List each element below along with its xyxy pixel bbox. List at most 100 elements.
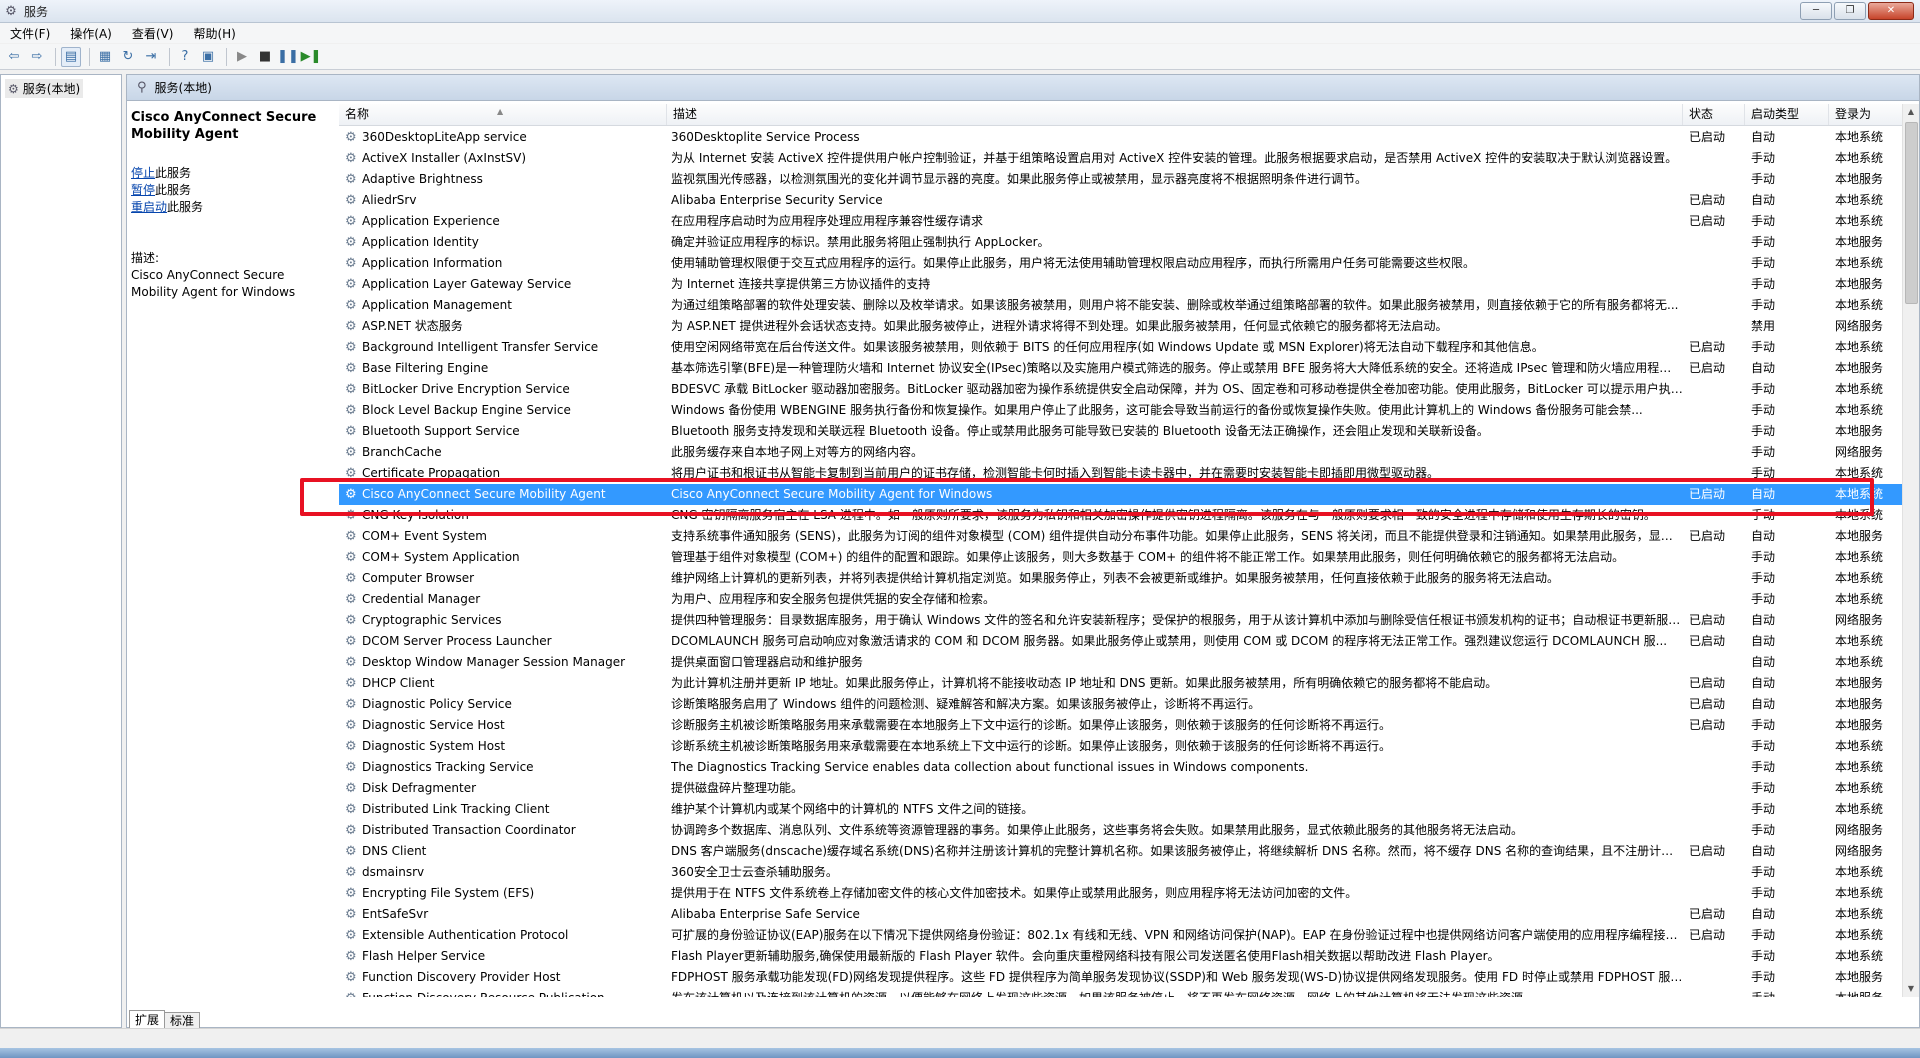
table-row[interactable]: ⚙ Desktop Window Manager Session Manager 提… xyxy=(339,652,1905,673)
properties-icon[interactable]: ▦ xyxy=(95,47,115,67)
pause-service-link[interactable]: 暂停 xyxy=(131,183,155,197)
service-name-cell: ⚙ Cryptographic Services xyxy=(345,610,667,631)
service-name-cell: ⚙ Distributed Transaction Coordinator xyxy=(345,820,667,841)
action-stop: 停止此服务 xyxy=(131,165,331,182)
close-button[interactable]: ✕ xyxy=(1868,2,1914,20)
table-row[interactable]: ⚙ Computer Browser 维护网络上计算机的更新列表，并将列表提供给计算… xyxy=(339,568,1905,589)
maximize-button[interactable]: ❐ xyxy=(1834,2,1866,20)
show-hide-action-pane-icon[interactable]: ▣ xyxy=(198,47,218,67)
service-description: The Diagnostics Tracking Service enables… xyxy=(671,760,1309,774)
table-row[interactable]: ⚙ Application Identity 确定并验证应用程序的标识。禁用此服务将… xyxy=(339,232,1905,253)
scrollbar-thumb[interactable] xyxy=(1905,122,1918,304)
column-header-logon-as[interactable]: 登录为 xyxy=(1829,104,1905,125)
service-name: EntSafeSvr xyxy=(362,907,429,921)
table-row[interactable]: ⚙ Diagnostic Service Host 诊断服务主机被诊断策略服务用来承… xyxy=(339,715,1905,736)
stop-service-link[interactable]: 停止 xyxy=(131,166,155,180)
export-list-icon[interactable]: ⇥ xyxy=(141,47,161,67)
service-name: Credential Manager xyxy=(362,592,481,606)
scroll-down-icon[interactable]: ▼ xyxy=(1903,981,1919,997)
column-header-status[interactable]: 状态 xyxy=(1683,104,1745,125)
table-row[interactable]: ⚙ Bluetooth Support Service Bluetooth 服务支持… xyxy=(339,421,1905,442)
table-row[interactable]: ⚙ Base Filtering Engine 基本筛选引擎(BFE)是一种管理防火… xyxy=(339,358,1905,379)
tab-standard[interactable]: 标准 xyxy=(164,1012,201,1029)
refresh-icon[interactable]: ↻ xyxy=(118,47,138,67)
table-row[interactable]: ⚙ Application Management 为通过组策略部署的软件处理安装、删… xyxy=(339,295,1905,316)
table-row[interactable]: ⚙ BitLocker Drive Encryption Service BDESV… xyxy=(339,379,1905,400)
menu-file[interactable]: 文件(F) xyxy=(0,25,60,42)
back-arrow-icon[interactable]: ⇦ xyxy=(4,47,24,67)
show-console-tree-icon[interactable]: ▤ xyxy=(61,46,81,67)
table-row[interactable]: ⚙ 360DesktopLiteApp service 360Desktoplite… xyxy=(339,127,1905,148)
table-row[interactable]: ⚙ Cryptographic Services 提供四种管理服务：目录数据库服务，… xyxy=(339,610,1905,631)
service-name-cell: ⚙ Diagnostic System Host xyxy=(345,736,667,757)
table-row[interactable]: ⚙ Application Layer Gateway Service 为 Inte… xyxy=(339,274,1905,295)
table-row[interactable]: ⚙ COM+ Event System 支持系统事件通知服务 (SENS)，此服务为… xyxy=(339,526,1905,547)
table-row[interactable]: ⚙ COM+ System Application 管理基于组件对象模型 (COM+… xyxy=(339,547,1905,568)
menu-view[interactable]: 查看(V) xyxy=(122,25,184,42)
table-row[interactable]: ⚙ ActiveX Installer (AxInstSV) 为从 Internet… xyxy=(339,148,1905,169)
table-row[interactable]: ⚙ Adaptive Brightness 监视氛围光传感器，以检测氛围光的变化并调… xyxy=(339,169,1905,190)
service-name: Encrypting File System (EFS) xyxy=(362,886,535,900)
table-row[interactable]: ⚙ Disk Defragmenter 提供磁盘碎片整理功能。 手动 本地系统 xyxy=(339,778,1905,799)
table-row[interactable]: ⚙ Flash Helper Service Flash Player更新辅助服务,… xyxy=(339,946,1905,967)
service-name-cell: ⚙ BitLocker Drive Encryption Service xyxy=(345,379,667,400)
service-status xyxy=(1689,568,1741,589)
table-row[interactable]: ⚙ Background Intelligent Transfer Service… xyxy=(339,337,1905,358)
service-name-cell: ⚙ ASP.NET 状态服务 xyxy=(345,316,667,337)
vertical-scrollbar[interactable]: ▲ ▼ xyxy=(1902,104,1919,997)
table-row[interactable]: ⚙ Diagnostics Tracking Service The Diagnos… xyxy=(339,757,1905,778)
service-name: Diagnostic System Host xyxy=(362,739,506,753)
gear-icon: ⚙ xyxy=(345,760,357,775)
service-description: 监视氛围光传感器，以检测氛围光的变化并调节显示器的亮度。如果此服务停止或被禁用，… xyxy=(671,172,1368,186)
table-row[interactable]: ⚙ Credential Manager 为用户、应用程序和安全服务包提供凭据的安全… xyxy=(339,589,1905,610)
tree-item-services-local[interactable]: ⚙ 服务(本地) xyxy=(5,79,84,98)
table-row[interactable]: ⚙ Application Information 使用辅助管理权限便于交互式应用程… xyxy=(339,253,1905,274)
service-startup-type: 自动 xyxy=(1751,613,1776,627)
table-row[interactable]: ⚙ Function Discovery Provider Host FDPHOST… xyxy=(339,967,1905,988)
pause-service-icon[interactable]: ❚❚ xyxy=(277,47,299,67)
table-row[interactable]: ⚙ Extensible Authentication Protocol 可扩展的身… xyxy=(339,925,1905,946)
service-description: 提供四种管理服务：目录数据库服务，用于确认 Windows 文件的签名和允许安装… xyxy=(671,613,1683,627)
service-description: 可扩展的身份验证协议(EAP)服务在以下情况下提供网络身份验证：802.1x 有… xyxy=(671,928,1683,942)
help-icon[interactable]: ? xyxy=(175,47,195,67)
column-header-name[interactable]: 名称 ▲ xyxy=(339,104,667,125)
service-name-cell: ⚙ Desktop Window Manager Session Manager xyxy=(345,652,667,673)
table-row[interactable]: ⚙ Application Experience 在应用程序启动时为应用程序处理应用… xyxy=(339,211,1905,232)
gear-icon: ⚙ xyxy=(345,298,357,313)
table-row[interactable]: ⚙ BranchCache 此服务缓存来自本地子网上对等方的网络内容。 手动 网络服务 xyxy=(339,442,1905,463)
menu-help[interactable]: 帮助(H) xyxy=(183,25,245,42)
table-row[interactable]: ⚙ Diagnostic System Host 诊断系统主机被诊断策略服务用来承载… xyxy=(339,736,1905,757)
table-row[interactable]: ⚙ AliedrSrv Alibaba Enterprise Security Se… xyxy=(339,190,1905,211)
tab-extended[interactable]: 扩展 xyxy=(129,1010,166,1029)
table-row[interactable]: ⚙ DHCP Client 为此计算机注册并更新 IP 地址。如果此服务停止，计算机… xyxy=(339,673,1905,694)
table-row[interactable]: ⚙ dsmainsrv 360安全卫士云查杀辅助服务。 手动 本地系统 xyxy=(339,862,1905,883)
table-row[interactable]: ⚙ Distributed Transaction Coordinator 协调跨多… xyxy=(339,820,1905,841)
service-status xyxy=(1689,988,1741,997)
table-row[interactable]: ⚙Function Discovery Resource Publication… xyxy=(339,988,1905,997)
gear-icon: ⚙ xyxy=(345,340,357,355)
table-row[interactable]: ⚙ ASP.NET 状态服务 为 ASP.NET 提供进程外会话状态支持。如果此服务… xyxy=(339,316,1905,337)
start-service-icon[interactable]: ▶ xyxy=(232,47,252,67)
service-status xyxy=(1689,757,1741,778)
menu-action[interactable]: 操作(A) xyxy=(60,25,122,42)
forward-arrow-icon[interactable]: ⇨ xyxy=(27,47,47,67)
service-startup-type: 手动 xyxy=(1751,865,1776,879)
table-row[interactable]: ⚙ Distributed Link Tracking Client 维护某个计算机… xyxy=(339,799,1905,820)
table-row[interactable]: ⚙ Diagnostic Policy Service 诊断策略服务启用了 Wind… xyxy=(339,694,1905,715)
column-header-description[interactable]: 描述 xyxy=(667,104,1683,125)
restart-service-icon[interactable]: ▶❚ xyxy=(301,47,322,67)
table-row[interactable]: ⚙ DNS Client DNS 客户端服务(dnscache)缓存域名系统(DNS… xyxy=(339,841,1905,862)
pane-title: 服务(本地) xyxy=(154,81,212,95)
sort-ascending-icon: ▲ xyxy=(497,107,504,116)
minimize-button[interactable]: ─ xyxy=(1800,2,1832,20)
restart-service-link[interactable]: 重启动 xyxy=(131,200,167,214)
service-name-cell: ⚙ COM+ Event System xyxy=(345,526,667,547)
service-status xyxy=(1689,253,1741,274)
table-row[interactable]: ⚙ Block Level Backup Engine Service Window… xyxy=(339,400,1905,421)
table-row[interactable]: ⚙ DCOM Server Process Launcher DCOMLAUNCH … xyxy=(339,631,1905,652)
scroll-up-icon[interactable]: ▲ xyxy=(1903,104,1919,120)
stop-service-icon[interactable]: ■ xyxy=(255,47,275,67)
table-row[interactable]: ⚙ Encrypting File System (EFS) 提供用于在 NTFS … xyxy=(339,883,1905,904)
column-header-startup-type[interactable]: 启动类型 xyxy=(1745,104,1829,125)
table-row[interactable]: ⚙ EntSafeSvr Alibaba Enterprise Safe Servi… xyxy=(339,904,1905,925)
